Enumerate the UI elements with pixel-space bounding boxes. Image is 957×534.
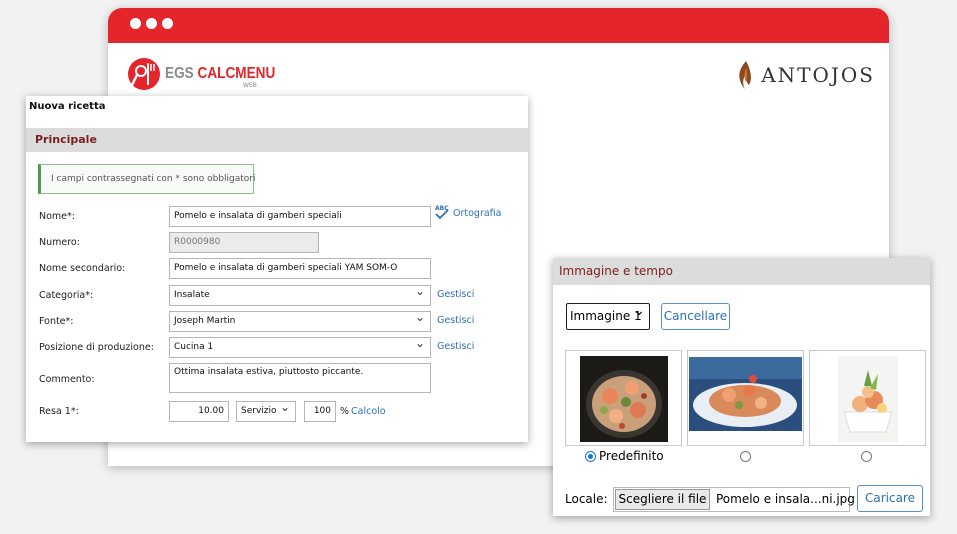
cancel-button[interactable]: Cancellare bbox=[661, 303, 730, 330]
window-dot-icon bbox=[130, 18, 141, 29]
comment-textarea[interactable]: Ottima insalata estiva, piuttosto piccan… bbox=[169, 363, 431, 393]
locale-label: Locale: bbox=[565, 492, 608, 506]
manage-production-link[interactable]: Gestisci bbox=[437, 341, 474, 352]
default-radio-label: Predefinito bbox=[599, 449, 664, 463]
browser-title-bar bbox=[108, 8, 889, 43]
spellcheck-link[interactable]: Ortografia bbox=[453, 208, 501, 219]
production-label: Posizione di produzione: bbox=[39, 342, 154, 353]
calcmenu-logo-icon bbox=[128, 58, 160, 90]
image-time-panel: Immagine e tempo Immagine 1 Cancellare bbox=[553, 258, 930, 516]
section-header: Principale bbox=[26, 128, 528, 152]
panel-title: Nuova ricetta bbox=[29, 101, 106, 112]
secondary-name-label: Nome secondario: bbox=[39, 263, 126, 274]
calculation-link[interactable]: Calcolo bbox=[351, 406, 386, 417]
image-panel-title: Immagine e tempo bbox=[559, 264, 673, 278]
window-dot-icon bbox=[146, 18, 157, 29]
manage-category-link[interactable]: Gestisci bbox=[437, 289, 474, 300]
logo-calcmenu-text: CALCMENU bbox=[197, 65, 276, 82]
window-dot-icon bbox=[162, 18, 173, 29]
comment-label: Commento: bbox=[39, 374, 95, 385]
image-thumbnail-3[interactable] bbox=[809, 350, 926, 446]
egs-calcmenu-logo: EGS CALCMENU bbox=[128, 58, 295, 90]
default-image-radio-3[interactable] bbox=[861, 451, 872, 462]
logo-web-text: WEB bbox=[243, 82, 257, 89]
manage-source-link[interactable]: Gestisci bbox=[437, 315, 474, 326]
image-thumbnail-2[interactable] bbox=[687, 350, 804, 446]
yield-label: Resa 1*: bbox=[39, 406, 79, 417]
category-label: Categoria*: bbox=[39, 290, 94, 301]
upload-button[interactable]: Caricare bbox=[857, 485, 923, 512]
image-panel-header: Immagine e tempo bbox=[553, 258, 930, 285]
number-label: Numero: bbox=[39, 237, 80, 248]
name-label: Nome*: bbox=[39, 211, 75, 222]
choose-file-button[interactable]: Scegliere il file bbox=[615, 489, 710, 510]
name-input[interactable]: Pomelo e insalata di gamberi speciali bbox=[169, 206, 431, 227]
logo-wordmark: EGS CALCMENU bbox=[165, 66, 275, 82]
shrimp-salad-photo-2 bbox=[689, 357, 802, 431]
flame-icon bbox=[739, 61, 752, 89]
yield-percent-input[interactable]: 100 bbox=[304, 401, 336, 422]
source-label: Fonte*: bbox=[39, 316, 74, 327]
selected-file-name: Pomelo e insala...ni.jpg bbox=[716, 492, 855, 506]
default-image-radio-2[interactable] bbox=[740, 451, 751, 462]
yield-quantity-input[interactable]: 10.00 bbox=[169, 401, 229, 422]
new-recipe-panel: Nuova ricetta Principale I campi contras… bbox=[26, 96, 528, 442]
image-select[interactable]: Immagine 1 bbox=[566, 303, 650, 330]
percent-sign: % bbox=[340, 406, 350, 417]
required-fields-notice: I campi contrassegnati con * sono obblig… bbox=[38, 164, 256, 194]
category-select[interactable]: Insalate bbox=[169, 285, 431, 306]
spellcheck-icon[interactable]: ABC bbox=[434, 204, 450, 220]
antojos-wordmark: ANTOJOS bbox=[761, 63, 875, 87]
logo-egs-text: EGS bbox=[165, 65, 194, 82]
shrimp-salad-photo-3 bbox=[838, 356, 898, 442]
source-select[interactable]: Joseph Martin bbox=[169, 311, 431, 332]
default-image-radio-1[interactable] bbox=[585, 451, 596, 462]
antojos-logo: ANTOJOS bbox=[737, 60, 875, 90]
shrimp-salad-photo-1 bbox=[580, 356, 668, 442]
production-select[interactable]: Cucina 1 bbox=[169, 337, 431, 358]
section-title: Principale bbox=[35, 133, 97, 146]
image-thumbnail-1[interactable] bbox=[565, 350, 682, 446]
file-input[interactable]: Scegliere il file Pomelo e insala...ni.j… bbox=[613, 487, 855, 512]
yield-unit-select[interactable]: Servizio bbox=[236, 401, 296, 422]
secondary-name-input[interactable]: Pomelo e insalata di gamberi speciali YA… bbox=[169, 258, 431, 279]
number-input: R0000980 bbox=[169, 232, 319, 253]
